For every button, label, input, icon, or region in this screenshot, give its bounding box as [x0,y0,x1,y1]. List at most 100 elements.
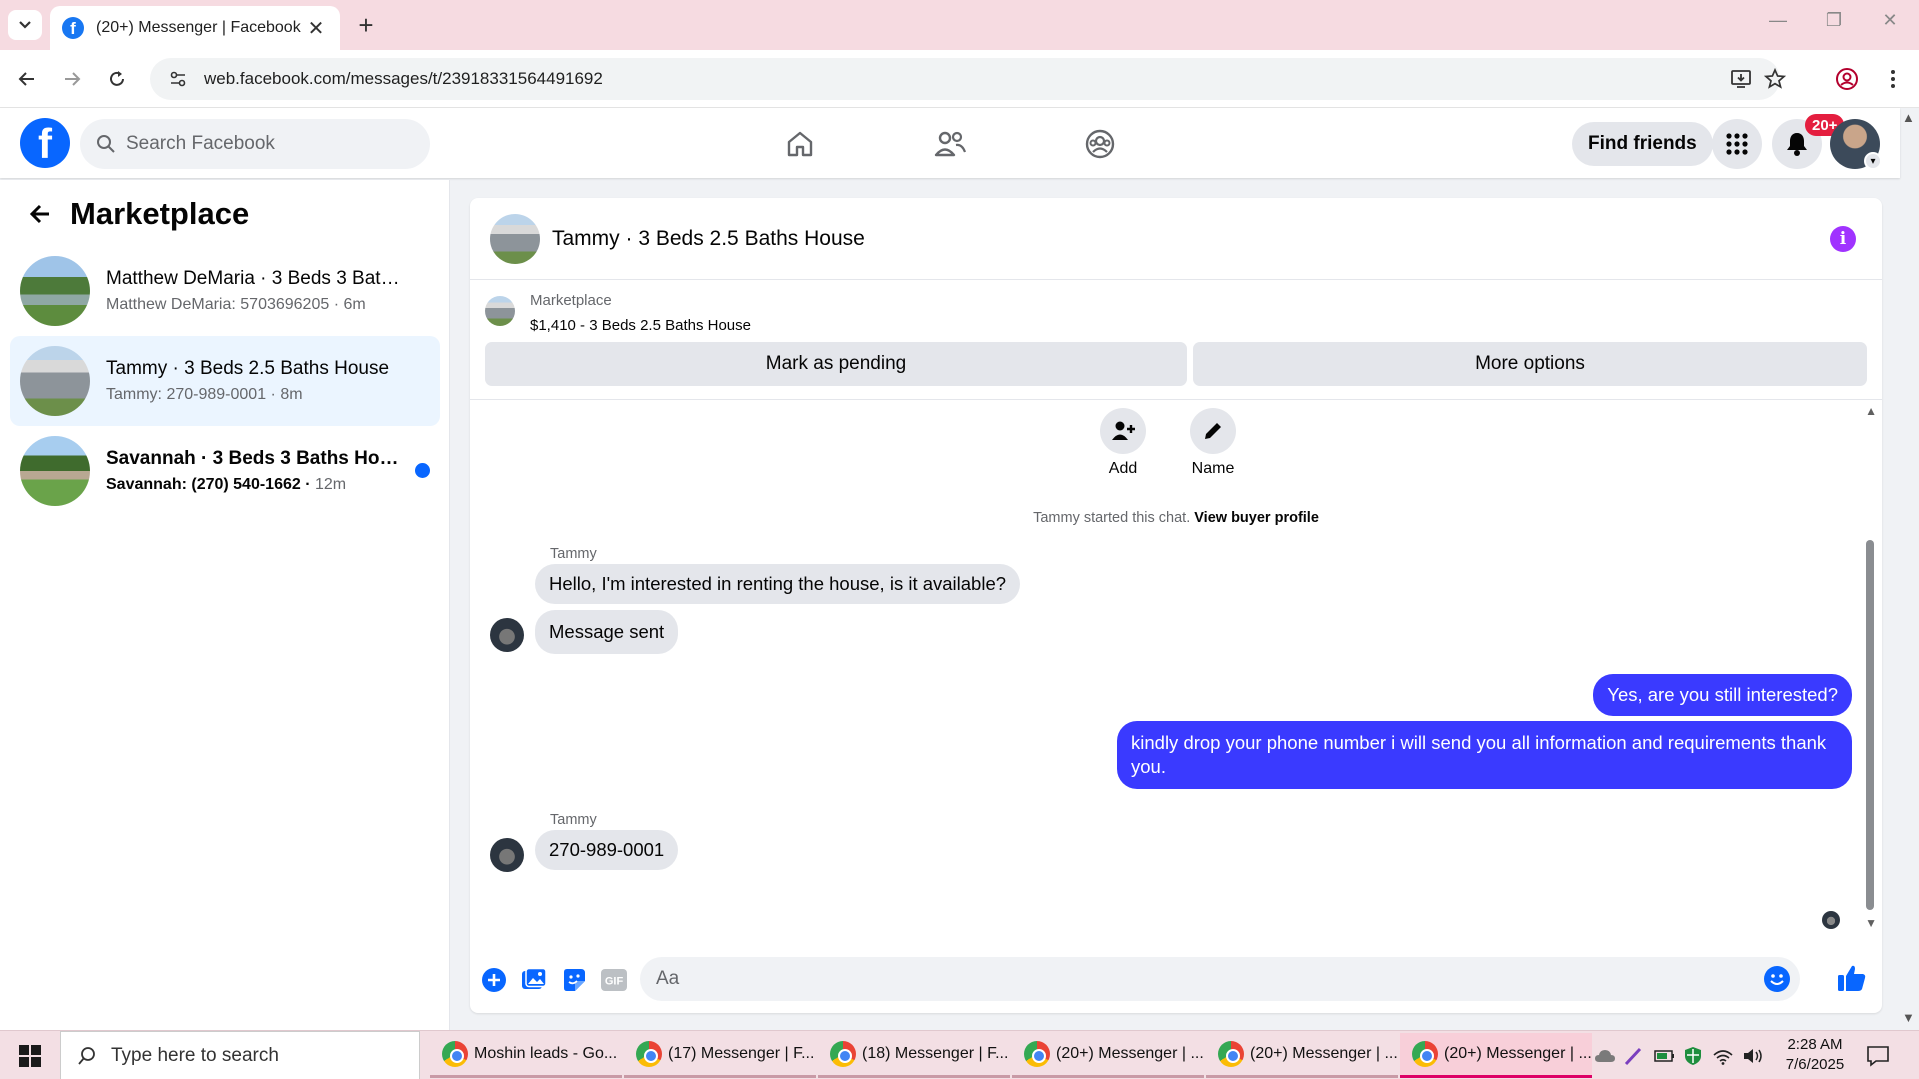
groups-icon [1085,129,1115,159]
bookmark-star-icon[interactable] [1764,68,1786,90]
minimize-window-button[interactable]: — [1758,10,1798,31]
read-receipt-avatar [1822,911,1840,929]
more-options-button[interactable]: More options [1193,342,1867,386]
chat-panel: Tammy · 3 Beds 2.5 Baths House i Marketp… [470,198,1882,1013]
back-button[interactable] [20,194,60,234]
taskbar-app-chrome[interactable]: (17) Messenger | F... [624,1033,816,1078]
edit-name-button[interactable] [1190,408,1236,454]
facebook-search-box[interactable] [80,119,430,169]
browser-menu-button[interactable] [1876,62,1910,96]
browser-tab-active[interactable]: f (20+) Messenger | Facebook ✕ [50,6,340,50]
taskbar-app-chrome-active[interactable]: (20+) Messenger | ... [1400,1033,1592,1078]
like-button[interactable] [1836,962,1868,994]
chat-title[interactable]: Tammy · 3 Beds 2.5 Baths House [552,227,865,251]
find-friends-button[interactable]: Find friends [1572,122,1713,166]
gif-icon: GIF [601,969,627,991]
info-icon[interactable]: i [1830,226,1856,252]
search-icon [78,1046,95,1065]
restore-window-button[interactable]: ❐ [1814,10,1854,31]
new-tab-button[interactable]: + [352,12,380,40]
incoming-message[interactable]: 270-989-0001 [535,830,679,870]
taskbar-search-box[interactable]: Type here to search [60,1031,420,1079]
address-bar[interactable]: web.facebook.com/messages/t/239183315644… [150,58,1786,100]
sender-name: Tammy [550,812,597,828]
message-composer: GIF [470,943,1882,1013]
facebook-logo-icon[interactable]: f [20,118,70,168]
incoming-message[interactable]: Hello, I'm interested in renting the hou… [535,564,1021,604]
taskbar-app-label: Moshin leads - Go... [474,1045,618,1062]
conversation-item[interactable]: Savannah · 3 Beds 3 Baths House Savannah… [10,426,440,516]
chat-scroll-up-arrow[interactable]: ▲ [1865,404,1877,418]
taskbar-app-label: (20+) Messenger | ... [1250,1045,1398,1062]
taskbar-app-chrome[interactable]: (20+) Messenger | ... [1206,1033,1398,1078]
view-buyer-profile-link[interactable]: View buyer profile [1194,510,1319,526]
add-label[interactable]: Add [1083,460,1163,478]
chevron-down-icon [19,21,31,29]
tab-search-button[interactable] [8,10,42,40]
add-person-button[interactable] [1100,408,1146,454]
listing-title[interactable]: $1,410 - 3 Beds 2.5 Baths House [530,317,751,334]
close-tab-icon[interactable]: ✕ [304,16,328,41]
message-input-box[interactable] [640,957,1800,1001]
outgoing-message[interactable]: kindly drop your phone number i will sen… [1117,721,1852,789]
taskbar-app-chrome[interactable]: (20+) Messenger | ... [1012,1033,1204,1078]
forward-button[interactable] [55,62,89,96]
reload-button[interactable] [100,62,134,96]
taskbar-app-chrome[interactable]: Moshin leads - Go... [430,1033,622,1078]
onedrive-icon[interactable] [1594,1031,1616,1079]
chat-scrollbar-thumb[interactable] [1866,540,1874,910]
site-settings-icon[interactable] [164,69,192,89]
message-input[interactable] [656,968,1736,990]
facebook-search-input[interactable] [126,133,406,155]
sidebar-title: Marketplace [70,196,250,231]
sender-avatar[interactable] [490,838,524,872]
chrome-icon [1412,1041,1438,1067]
chat-scroll-down-arrow[interactable]: ▼ [1865,916,1877,930]
conversation-item[interactable]: Matthew DeMaria · 3 Beds 3 Baths... Matt… [10,246,440,336]
page-scroll-up-arrow[interactable]: ▲ [1902,110,1915,125]
listing-thumbnail[interactable] [485,296,515,326]
security-shield-icon[interactable] [1684,1031,1702,1079]
groups-nav-button[interactable] [1080,124,1120,164]
outgoing-message[interactable]: Yes, are you still interested? [1593,674,1852,716]
pen-icon[interactable] [1624,1031,1644,1079]
url-text: web.facebook.com/messages/t/239183315644… [204,69,603,88]
incoming-message[interactable]: Message sent [535,610,679,654]
search-icon [97,135,115,153]
mark-as-pending-button[interactable]: Mark as pending [485,342,1187,386]
notification-center-icon[interactable] [1866,1031,1890,1079]
chevron-down-icon[interactable]: ▾ [1864,152,1882,170]
name-label[interactable]: Name [1173,460,1253,478]
taskbar-app-chrome[interactable]: (18) Messenger | F... [818,1033,1010,1078]
profile-button[interactable] [1830,62,1864,96]
conversation-item-active[interactable]: Tammy · 3 Beds 2.5 Baths House Tammy: 27… [10,336,440,426]
sticker-icon [564,969,585,991]
more-vertical-icon [1891,70,1895,88]
friends-icon [934,131,967,157]
menu-button[interactable] [1712,119,1762,169]
arrow-left-icon [18,72,34,86]
taskbar-clock[interactable]: 2:28 AM 7/6/2025 [1770,1035,1860,1075]
close-window-button[interactable]: ✕ [1870,10,1910,31]
page-scroll-down-arrow[interactable]: ▼ [1902,1010,1915,1025]
friends-nav-button[interactable] [930,124,970,164]
back-button[interactable] [10,62,44,96]
start-button[interactable] [0,1031,60,1079]
conversation-name: Savannah · 3 Beds 3 Baths House [106,448,406,469]
attach-photo-button[interactable] [520,966,548,994]
conversation-preview-text: Matthew DeMaria: 5703696205 [106,296,330,313]
browser-toolbar: web.facebook.com/messages/t/239183315644… [0,50,1919,108]
sticker-button[interactable] [560,966,588,994]
battery-icon[interactable] [1654,1031,1676,1079]
taskbar-app-label: (18) Messenger | F... [862,1045,1009,1062]
emoji-button[interactable] [1764,966,1790,992]
install-app-icon[interactable] [1730,68,1752,90]
home-nav-button[interactable] [780,124,820,164]
chat-avatar[interactable] [490,213,540,264]
more-actions-button[interactable] [480,966,508,994]
wifi-icon[interactable] [1712,1031,1734,1079]
gif-button[interactable]: GIF [600,966,628,994]
volume-icon[interactable] [1742,1031,1764,1079]
sender-avatar[interactable] [490,618,524,652]
conversation-time: 12m [315,476,347,493]
